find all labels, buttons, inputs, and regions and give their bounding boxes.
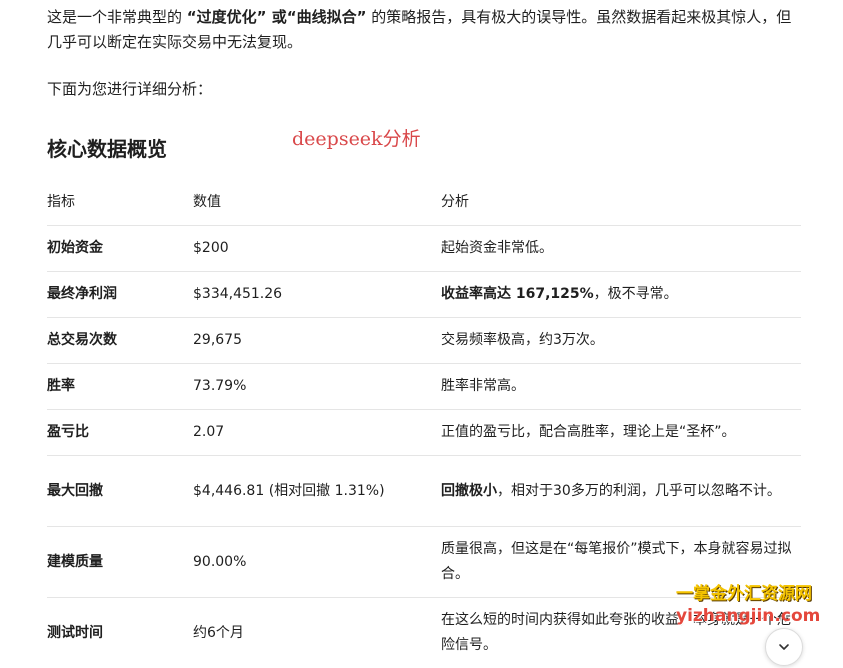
table-row: 胜率 73.79% 胜率非常高。 [47,363,801,410]
row-metric: 盈亏比 [47,409,193,456]
intro-bold-2: “曲线拟合” [286,8,367,26]
intro-text-mid: 或 [266,8,287,26]
row-analysis-bold: 回撤极小 [441,482,497,499]
row-analysis: 在这么短的时间内获得如此夸张的收益，本身就是一个危险信号。 [441,598,801,668]
row-metric: 总交易次数 [47,317,193,364]
intro-paragraph-2: 下面为您进行详细分析： [47,80,213,98]
row-analysis-text: 正值的盈亏比，配合高胜率，理论上是“圣杯”。 [441,424,736,440]
table-row: 测试时间 约6个月 在这么短的时间内获得如此夸张的收益，本身就是一个危险信号。 [47,598,801,668]
row-analysis: 胜率非常高。 [441,363,801,410]
row-value: 29,675 [193,317,441,364]
intro-bold-1: “过度优化” [186,8,267,26]
intro-paragraph: 这是一个非常典型的 “过度优化” 或“曲线拟合” 的策略报告，具有极大的误导性。… [47,5,799,55]
row-analysis-text: ，极不寻常。 [593,286,678,302]
row-analysis: 回撤极小，相对于30多万的利润，几乎可以忽略不计。 [441,455,801,527]
row-analysis-text: ，相对于30多万的利润，几乎可以忽略不计。 [497,482,781,499]
row-value: $334,451.26 [193,271,441,318]
table-row: 盈亏比 2.07 正值的盈亏比，配合高胜率，理论上是“圣杯”。 [47,409,801,456]
row-metric: 初始资金 [47,225,193,272]
row-analysis: 正值的盈亏比，配合高胜率，理论上是“圣杯”。 [441,409,801,456]
table-header-row: 指标 数值 分析 [47,180,801,226]
row-metric: 胜率 [47,363,193,410]
row-analysis-text: 起始资金非常低。 [441,240,553,256]
row-metric: 测试时间 [47,624,103,641]
chevron-down-icon [779,644,789,650]
scroll-down-button[interactable] [765,628,803,666]
row-analysis-text: 交易频率极高，约3万次。 [441,332,604,348]
row-analysis-text: 在这么短的时间内获得如此夸张的收益，本身就是一个危险信号。 [441,612,791,653]
table-row: 初始资金 $200 起始资金非常低。 [47,225,801,272]
table-header-value: 数值 [193,180,441,226]
row-analysis: 起始资金非常低。 [441,225,801,272]
row-analysis: 收益率高达 167,125%，极不寻常。 [441,271,801,318]
row-metric: 最终净利润 [47,271,193,318]
row-analysis-text: 胜率非常高。 [441,378,525,394]
deepseek-watermark: deepseek分析 [292,128,421,150]
row-value: 约6个月 [193,624,244,641]
row-analysis-bold: 收益率高达 167,125% [441,286,594,302]
section-title: 核心数据概览 [47,137,167,161]
table-row: 最终净利润 $334,451.26 收益率高达 167,125%，极不寻常。 [47,271,801,318]
row-analysis-text: 质量很高，但这是在“每笔报价”模式下，本身就容易过拟合。 [441,541,792,582]
row-analysis: 交易频率极高，约3万次。 [441,317,801,364]
table-row: 最大回撤 $4,446.81 (相对回撤 1.31%) 回撤极小，相对于30多万… [47,455,801,527]
intro-text-1: 这是一个非常典型的 [47,8,187,26]
table-row: 建模质量 90.00% 质量很高，但这是在“每笔报价”模式下，本身就容易过拟合。 [47,526,801,598]
row-metric: 最大回撤 [47,455,193,527]
table-header-analysis: 分析 [441,180,801,226]
table-header-metric: 指标 [47,180,193,226]
data-table: 指标 数值 分析 初始资金 $200 起始资金非常低。 最终净利润 $334,4… [47,180,801,668]
row-value: $200 [193,225,441,272]
row-analysis: 质量很高，但这是在“每笔报价”模式下，本身就容易过拟合。 [441,526,801,598]
row-value: 90.00% [193,526,441,598]
row-value: 2.07 [193,409,441,456]
table-row: 总交易次数 29,675 交易频率极高，约3万次。 [47,317,801,364]
row-value: 73.79% [193,363,441,410]
row-metric: 建模质量 [47,526,193,598]
row-value: $4,446.81 (相对回撤 1.31%) [193,455,441,527]
